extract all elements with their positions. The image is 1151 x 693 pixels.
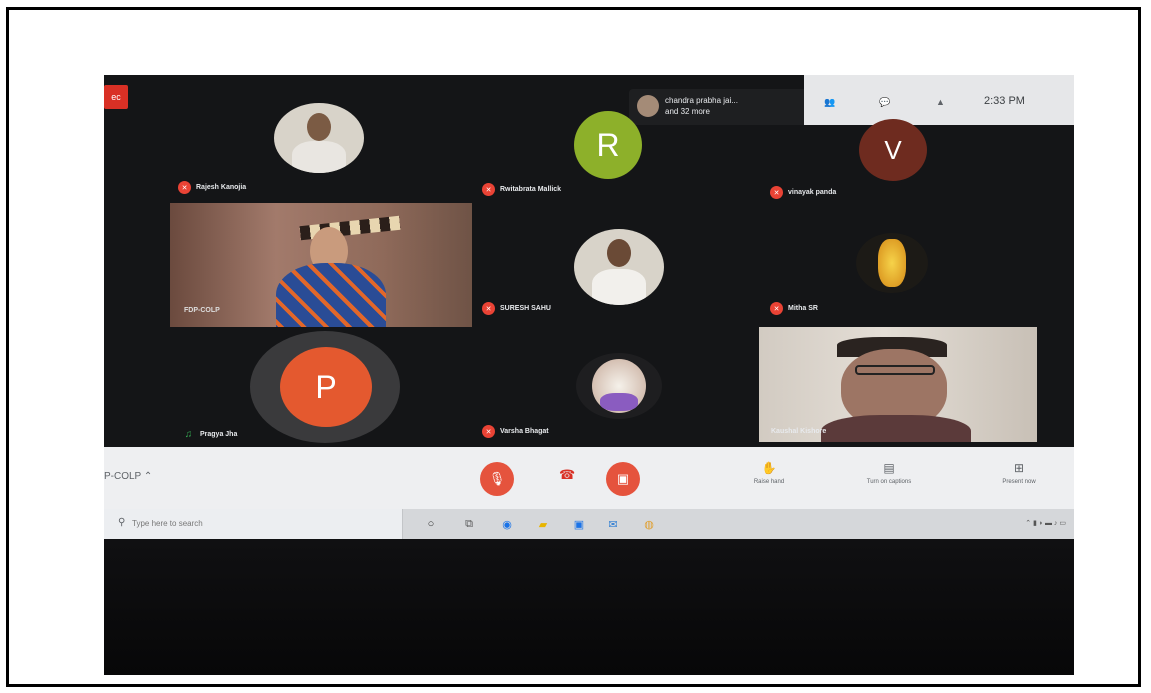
search-icon: ⚲: [118, 517, 126, 528]
participant-name: Kaushal Kishore: [771, 428, 827, 435]
participant-avatar: [274, 103, 364, 173]
participant-name: Rwitabrata Mallick: [500, 186, 562, 193]
captions-button[interactable]: ▤ Turn on captions: [854, 461, 924, 485]
task-view-icon[interactable]: ⧉: [460, 515, 478, 533]
participant-name: Rajesh Kanojia: [196, 184, 247, 191]
meeting-topbar: 👥 💬 ▲ 2:33 PM: [804, 75, 1074, 125]
system-tray[interactable]: ⌃ ▮ ◗ ▬ ♪ ▭: [1025, 519, 1066, 527]
taskbar-search[interactable]: ⚲ Type here to search: [104, 509, 403, 539]
raise-hand-button[interactable]: ✋ Raise hand: [734, 461, 804, 485]
participant-video: [759, 327, 1037, 442]
camera-off-icon: ▣: [616, 471, 630, 486]
mic-off-icon: ✕: [482, 425, 495, 438]
chat-icon[interactable]: 💬: [879, 97, 890, 108]
mic-off-icon: ✕: [770, 186, 783, 199]
present-icon: ⊞: [1013, 461, 1025, 475]
participant-name: FDP-COLP: [184, 307, 220, 314]
file-explorer-icon[interactable]: ▰: [534, 515, 552, 533]
windows-taskbar: ⚲ Type here to search ○ ⧉ ◉ ▰ ▣ ✉ ◍ ⌃ ▮ …: [104, 509, 1074, 539]
mic-off-icon: 🎙: [488, 471, 506, 486]
recording-indicator: ec: [104, 85, 128, 109]
captions-icon: ▤: [883, 461, 895, 475]
participant-avatar: [637, 95, 659, 117]
participant-avatar: [856, 233, 928, 293]
search-placeholder: Type here to search: [132, 519, 203, 528]
leave-call-button[interactable]: ☎: [559, 467, 575, 483]
mic-off-icon: ✕: [482, 302, 495, 315]
participant-name: Mitha SR: [788, 305, 818, 312]
mic-off-icon: ✕: [482, 183, 495, 196]
image-frame: ec chandra prabha jai... and 32 more 👥 💬…: [6, 7, 1141, 687]
cortana-icon[interactable]: ○: [422, 515, 440, 533]
participant-name: Pragya Jha: [200, 431, 238, 438]
hand-icon: ✋: [761, 461, 777, 475]
participant-avatar: V: [859, 119, 927, 181]
laptop-bezel: [104, 539, 1074, 675]
participant-name: SURESH SAHU: [500, 305, 551, 312]
meeting-code: P-COLP ⌃: [104, 471, 153, 482]
participant-name: Varsha Bhagat: [500, 428, 549, 435]
participant-avatar: P: [280, 347, 372, 427]
meeting-window: ec chandra prabha jai... and 32 more 👥 💬…: [104, 75, 1074, 447]
store-icon[interactable]: ▣: [570, 515, 588, 533]
present-now-button[interactable]: ⊞ Present now: [984, 461, 1054, 485]
more-participants-pill[interactable]: chandra prabha jai... and 32 more: [629, 89, 809, 125]
mic-toggle-button[interactable]: 🎙: [480, 462, 514, 496]
edge-icon[interactable]: ◉: [498, 515, 516, 533]
clock: 2:33 PM: [984, 95, 1025, 107]
chrome-icon[interactable]: ◍: [640, 515, 658, 533]
mic-off-icon: ✕: [178, 181, 191, 194]
meeting-controls-bar: P-COLP ⌃ 🎙 ☎ ▣ ✋ Raise hand ▤ Turn on ca…: [104, 447, 1074, 509]
participant-avatar: R: [574, 111, 642, 179]
mic-on-icon: ♫: [184, 429, 193, 440]
camera-toggle-button[interactable]: ▣: [606, 462, 640, 496]
mail-icon[interactable]: ✉: [604, 515, 622, 533]
participant-name: vinayak panda: [788, 189, 837, 196]
people-icon[interactable]: 👥: [824, 97, 835, 108]
mic-off-icon: ✕: [770, 302, 783, 315]
phone-hangup-icon: ☎: [559, 467, 576, 482]
participant-avatar: [576, 353, 662, 419]
overflow-label: chandra prabha jai... and 32 more: [665, 96, 738, 116]
participant-avatar: [574, 229, 664, 305]
activities-icon[interactable]: ▲: [936, 97, 945, 107]
screen-photo: ec chandra prabha jai... and 32 more 👥 💬…: [104, 75, 1074, 675]
